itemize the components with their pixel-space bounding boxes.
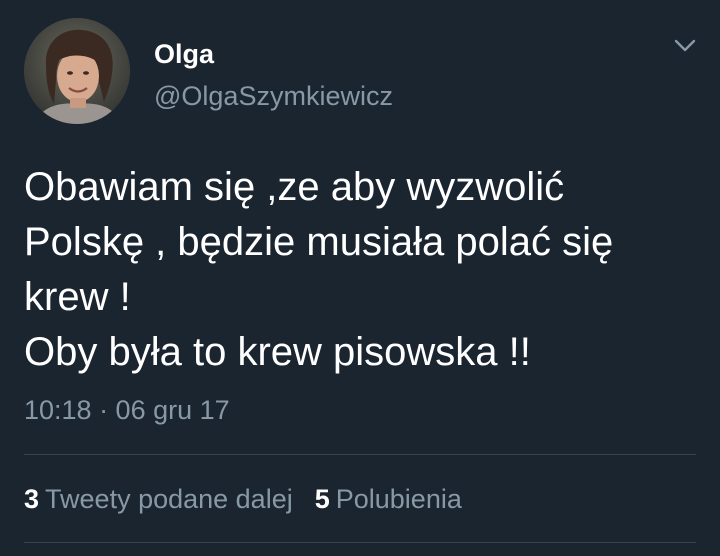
retweets-stat[interactable]: 3 Tweety podane dalej [24, 484, 293, 514]
divider [24, 542, 696, 543]
retweets-label: Tweety podane dalej [45, 484, 293, 514]
avatar[interactable] [24, 18, 130, 124]
tweet-timestamp[interactable]: 10:18 · 06 gru 17 [24, 393, 230, 427]
tweet-stats: 3 Tweety podane dalej 5 Polubienia [24, 482, 462, 516]
tweet-text-line: Oby była to krew pisowska !! [24, 330, 531, 374]
divider [24, 454, 696, 455]
tweet-text-line: Obawiam się ,ze aby wyzwolić [24, 165, 565, 209]
user-handle[interactable]: @OlgaSzymkiewicz [154, 80, 393, 112]
likes-count: 5 [314, 484, 330, 514]
tweet-text-line: Polskę , będzie musiała polać się [24, 220, 614, 264]
likes-label: Polubienia [335, 484, 462, 514]
tweet-text-line: krew ! [24, 275, 131, 319]
tweet-card: Olga @OlgaSzymkiewicz Obawiam się ,ze ab… [0, 0, 720, 556]
tweet-text: Obawiam się ,ze aby wyzwolić Polskę , bę… [24, 160, 694, 380]
likes-stat[interactable]: 5 Polubienia [315, 484, 462, 514]
retweets-count: 3 [24, 484, 40, 514]
display-name[interactable]: Olga [154, 38, 214, 70]
chevron-down-icon[interactable] [672, 36, 698, 56]
profile-photo-icon [24, 18, 130, 124]
